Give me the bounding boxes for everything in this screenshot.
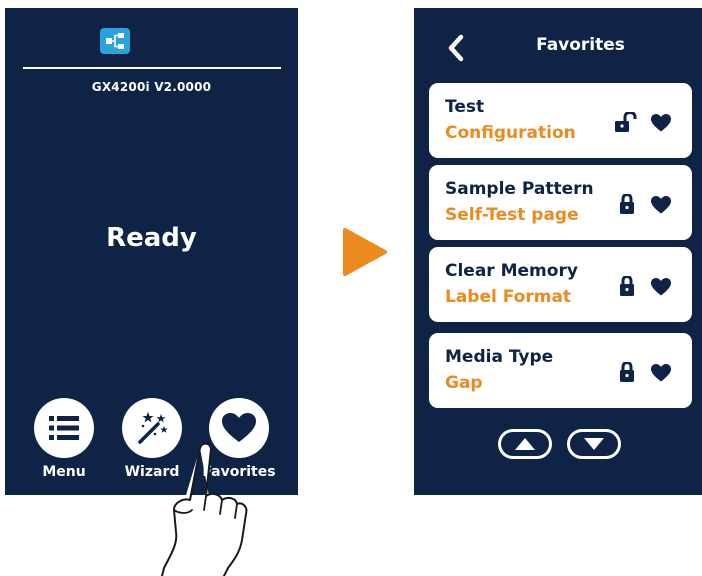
heart-icon[interactable] [651,278,671,296]
unlock-icon[interactable] [615,112,639,132]
heart-icon[interactable] [651,364,671,382]
menu-list-icon [49,416,79,440]
header-divider [23,67,281,69]
home-screen: GX4200i V2.0000 Ready Menu Wizard Favori… [5,8,298,495]
heart-icon[interactable] [651,196,671,214]
scroll-down-button[interactable] [567,429,621,459]
item-title: Clear Memory [445,261,578,281]
favorite-item-test[interactable]: Test Configuration [429,83,692,158]
favorite-item-sample-pattern[interactable]: Sample Pattern Self-Test page [429,165,692,240]
screen-title: Favorites [536,35,625,55]
menu-button[interactable] [34,398,94,458]
item-title: Sample Pattern [445,179,594,199]
scroll-down-icon [584,438,604,450]
item-title: Media Type [445,347,554,367]
favorites-screen: Favorites Test Configuration Sample Patt… [414,8,702,495]
scroll-up-button[interactable] [498,429,552,459]
model-version: GX4200i V2.0000 [91,80,212,94]
item-subtitle: Label Format [445,287,572,307]
scroll-up-icon [515,438,535,450]
item-subtitle: Self-Test page [445,205,579,225]
lock-icon[interactable] [617,276,637,296]
favorite-item-media-type[interactable]: Media Type Gap [429,333,692,408]
item-subtitle: Gap [445,373,483,393]
next-arrow-icon [343,228,387,276]
item-title: Test [445,97,485,117]
heart-icon[interactable] [651,114,671,132]
menu-button-label: Menu [42,464,86,480]
network-icon [100,28,130,54]
printer-status: Ready [106,223,197,253]
lock-icon[interactable] [617,194,637,214]
heart-icon [222,413,256,442]
favorite-item-clear-memory[interactable]: Clear Memory Label Format [429,247,692,322]
lock-icon[interactable] [617,362,637,382]
item-subtitle: Configuration [445,123,576,143]
pointing-hand-icon [161,442,248,576]
